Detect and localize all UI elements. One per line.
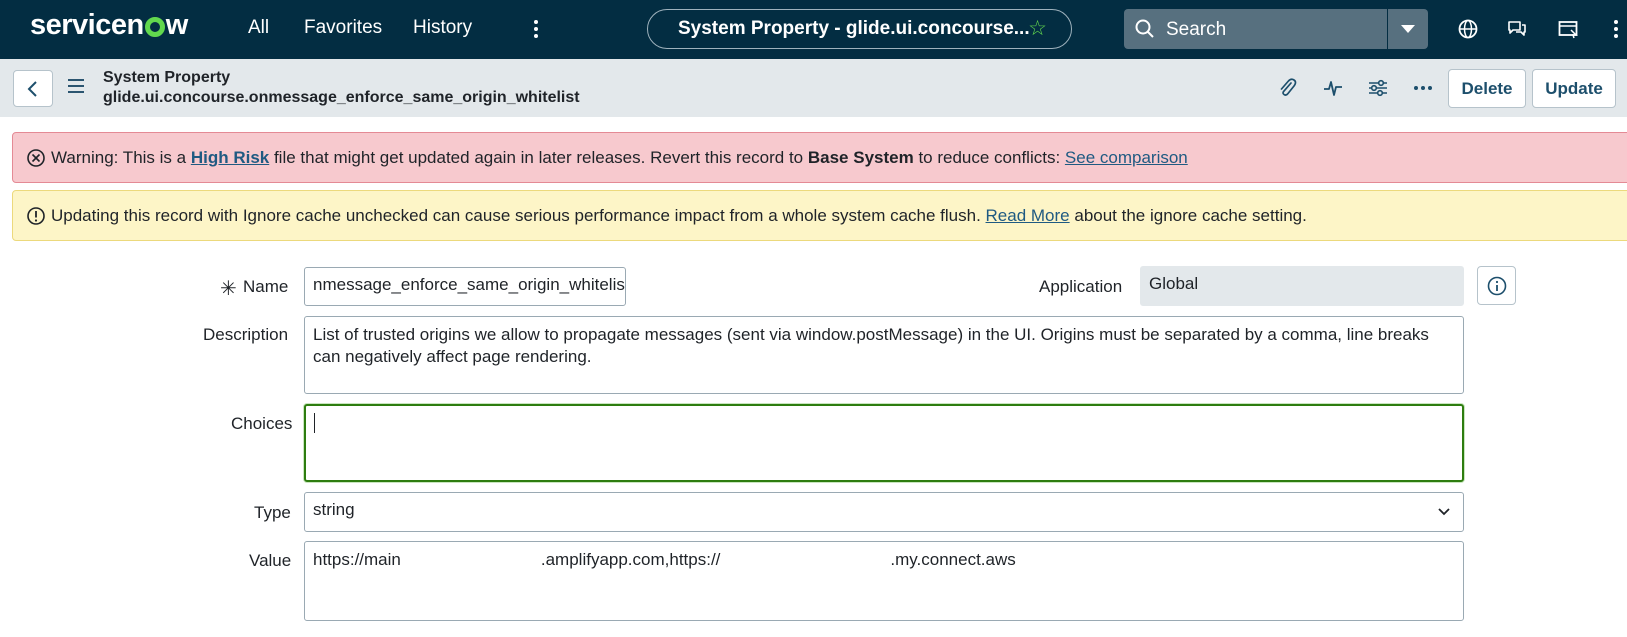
read-more-link[interactable]: Read More: [986, 206, 1070, 225]
high-risk-warning-banner: Warning: This is a High Risk file that m…: [12, 132, 1627, 183]
update-button[interactable]: Update: [1532, 69, 1616, 108]
form-context-menu-icon[interactable]: [68, 79, 86, 95]
record-name-title: glide.ui.concourse.onmessage_enforce_sam…: [103, 89, 580, 106]
nav-more-menu-icon[interactable]: [526, 17, 546, 41]
cache-warning-banner: Updating this record with Ignore cache u…: [12, 190, 1627, 241]
context-title-text: System Property - glide.ui.concourse...: [678, 18, 1030, 39]
type-select[interactable]: string: [304, 492, 1464, 532]
choices-textarea[interactable]: [304, 404, 1464, 482]
type-selected-value: string: [313, 500, 355, 519]
context-title-pill[interactable]: System Property - glide.ui.concourse... …: [647, 9, 1072, 49]
value-text-part3: .my.connect.aws: [890, 550, 1016, 569]
logo-text-prefix: servicen: [30, 9, 144, 41]
error-x-circle-icon: [27, 149, 45, 167]
warning-banner-tail: about the ignore cache setting.: [1069, 206, 1307, 225]
info-icon: [1487, 276, 1507, 296]
base-system-text: Base System: [807, 148, 914, 167]
search-placeholder: Search: [1166, 19, 1227, 40]
global-search-input[interactable]: Search: [1124, 9, 1387, 49]
chevron-down-icon: [1438, 508, 1450, 516]
record-type-title: System Property: [103, 69, 231, 86]
high-risk-link[interactable]: High Risk: [191, 148, 269, 167]
top-navigation-bar: servicen w All Favorites History System P…: [0, 0, 1627, 59]
servicenow-logo[interactable]: servicen w: [30, 9, 188, 42]
globe-icon[interactable]: [1457, 18, 1479, 40]
value-textarea[interactable]: https://main .amplifyapp.com,https:// .my.…: [304, 541, 1464, 621]
see-comparison-link[interactable]: See comparison: [1065, 148, 1188, 167]
application-field: Global: [1140, 266, 1464, 306]
value-text-part1: https://main: [313, 550, 401, 569]
nav-all[interactable]: All: [248, 17, 269, 39]
screen-icon[interactable]: [1557, 18, 1579, 40]
activity-pulse-icon[interactable]: [1322, 78, 1344, 98]
application-label: Application: [1039, 277, 1123, 296]
value-text-part2: .amplifyapp.com,https://: [540, 550, 721, 569]
nav-overflow-menu-icon[interactable]: [1610, 17, 1622, 41]
attachment-paperclip-icon[interactable]: [1276, 78, 1298, 98]
search-scope-dropdown[interactable]: [1388, 9, 1428, 49]
logo-o-ring-icon: [144, 17, 165, 37]
nav-history[interactable]: History: [413, 17, 472, 39]
settings-sliders-icon[interactable]: [1367, 78, 1389, 98]
name-label: Name: [243, 277, 289, 296]
search-icon: [1135, 19, 1154, 38]
chevron-left-icon: [27, 81, 37, 97]
description-textarea[interactable]: List of trusted origins we allow to prop…: [304, 316, 1464, 394]
name-input[interactable]: nmessage_enforce_same_origin_whitelist: [304, 267, 626, 306]
favorite-star-icon[interactable]: ☆: [1028, 16, 1047, 41]
warning-banner-prefix: Updating this record with Ignore cache u…: [51, 206, 986, 225]
back-button[interactable]: [13, 70, 53, 107]
application-info-button[interactable]: [1477, 266, 1516, 305]
logo-text-suffix: w: [165, 9, 189, 41]
type-label: Type: [254, 503, 291, 522]
nav-favorites[interactable]: Favorites: [304, 17, 382, 39]
form-header: System Property glide.ui.concourse.onmes…: [0, 59, 1627, 117]
value-label: Value: [249, 551, 292, 570]
chat-icon[interactable]: [1506, 18, 1528, 40]
chevron-down-icon: [1401, 25, 1415, 33]
text-cursor: [314, 413, 315, 433]
error-banner-prefix: Warning: This is a: [51, 148, 191, 167]
delete-button[interactable]: Delete: [1448, 69, 1526, 108]
choices-label: Choices: [231, 414, 293, 433]
description-label: Description: [203, 325, 289, 344]
required-asterisk-icon: ✳: [220, 278, 237, 300]
more-actions-ellipsis-icon[interactable]: [1412, 78, 1434, 98]
error-banner-tail: to reduce conflicts:: [913, 148, 1065, 167]
error-banner-middle: file that might get updated again in lat…: [269, 148, 808, 167]
warning-info-circle-icon: [27, 207, 45, 225]
